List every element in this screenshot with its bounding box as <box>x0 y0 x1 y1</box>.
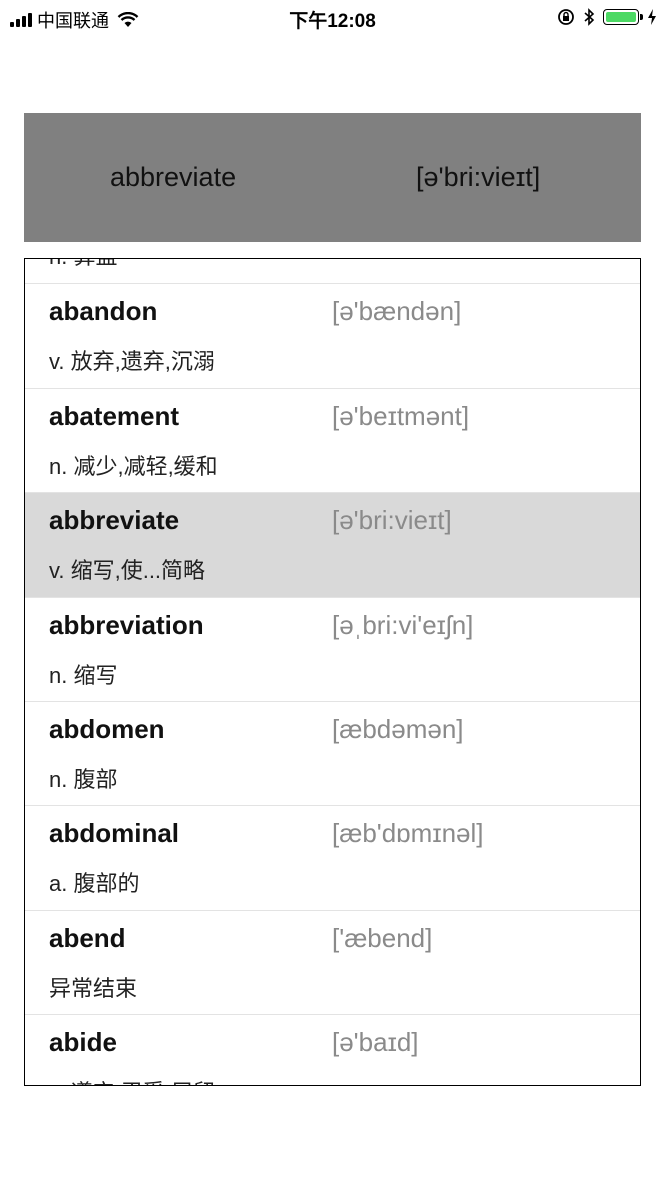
charging-icon <box>648 9 656 25</box>
definition-text: n. 腹部 <box>49 766 118 792</box>
definition-text: n. 算盘 <box>49 259 117 271</box>
word-text: abatement <box>49 400 180 431</box>
battery-icon <box>603 9 643 25</box>
status-right <box>557 8 657 26</box>
definition-text: n. 缩写 <box>49 662 118 688</box>
bluetooth-icon <box>584 8 595 26</box>
word-text: abandon <box>49 296 158 327</box>
word-text: abdomen <box>49 713 165 744</box>
status-bar: 中国联通 下午12:08 <box>0 0 665 36</box>
word-text: abbreviation <box>49 609 204 640</box>
word-list[interactable]: n. 算盘 abandon [ə'bændən] v. 放弃,遗弃,沉溺 aba… <box>24 258 641 1086</box>
list-item[interactable]: n. 算盘 <box>25 259 640 283</box>
word-text: abdominal <box>49 818 180 849</box>
phonetic-text: [æb'dɒmɪnəl] <box>332 818 484 849</box>
list-item[interactable]: abbreviation [əˌbri:vi'eɪʃn] n. 缩写 <box>25 596 640 701</box>
word-text: abbreviate <box>49 505 180 536</box>
word-text: abide <box>49 1027 117 1058</box>
definition-text: 异常结束 <box>49 975 138 1001</box>
phonetic-text: [ə'beɪtmənt] <box>332 400 470 431</box>
selected-word-header: abbreviate [ə'bri:vieɪt] <box>24 113 641 242</box>
definition-text: v. 放弃,遗弃,沉溺 <box>49 349 215 375</box>
phonetic-text: [ə'bændən] <box>332 296 462 327</box>
definition-text: a. 腹部的 <box>49 871 140 897</box>
phonetic-text: [əˌbri:vi'eɪʃn] <box>332 609 474 640</box>
definition-text: v. 缩写,使...简略 <box>49 558 206 584</box>
rotation-lock-icon <box>558 9 574 25</box>
word-text: abend <box>49 922 126 953</box>
phonetic-text: [ə'baɪd] <box>332 1027 419 1058</box>
definition-text: n. 减少,减轻,缓和 <box>49 453 218 479</box>
definition-text: v. 遵守,忍受,居留 <box>49 1075 215 1085</box>
list-item[interactable]: abandon [ə'bændən] v. 放弃,遗弃,沉溺 <box>25 283 640 387</box>
selected-phonetic: [ə'bri:vieɪt] <box>416 162 541 192</box>
phonetic-text: [æbdəmən] <box>332 713 464 744</box>
selected-word: abbreviate <box>110 162 237 192</box>
list-item[interactable]: abdomen [æbdəmən] n. 腹部 <box>25 700 640 805</box>
phonetic-text: [ə'bri:vieɪt] <box>332 505 452 536</box>
phonetic-text: ['æbend] <box>332 922 433 953</box>
list-item[interactable]: abide [ə'baɪd] v. 遵守,忍受,居留 <box>25 1014 640 1085</box>
list-item[interactable]: abdominal [æb'dɒmɪnəl] a. 腹部的 <box>25 805 640 909</box>
list-item[interactable]: abatement [ə'beɪtmənt] n. 减少,减轻,缓和 <box>25 387 640 492</box>
word-list-content: n. 算盘 abandon [ə'bændən] v. 放弃,遗弃,沉溺 aba… <box>25 259 640 1085</box>
list-item-selected[interactable]: abbreviate [ə'bri:vieɪt] v. 缩写,使...简略 <box>25 492 640 597</box>
list-item[interactable]: abend ['æbend] 异常结束 <box>25 909 640 1014</box>
